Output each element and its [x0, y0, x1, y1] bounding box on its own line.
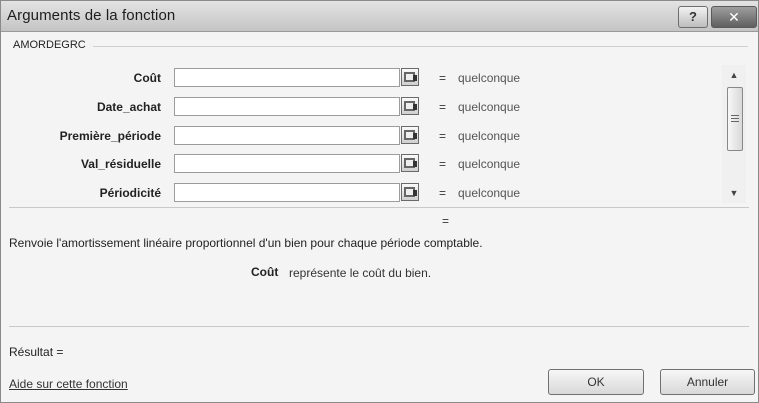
arg-label-val-residuelle: Val_résiduelle [80, 157, 161, 171]
scroll-up-icon[interactable]: ▲ [722, 67, 746, 83]
formula-result-equals: = [442, 214, 450, 228]
function-description: Renvoie l'amortissement linéaire proport… [9, 236, 483, 250]
scroll-thumb[interactable] [727, 87, 743, 151]
arg-result-periodicite: quelconque [458, 186, 521, 200]
arg-equals: = [439, 71, 447, 85]
arg-equals: = [439, 186, 447, 200]
help-button[interactable]: ? [678, 6, 708, 28]
section-divider [9, 326, 749, 327]
arg-equals: = [439, 100, 447, 114]
argument-help-name: Coût [251, 265, 279, 279]
collapse-dialog-icon[interactable] [401, 68, 419, 86]
arg-label-premiere-periode: Première_période [59, 129, 161, 143]
argument-help-text: représente le coût du bien. [289, 266, 432, 280]
section-divider [9, 207, 749, 208]
collapse-dialog-icon[interactable] [401, 97, 419, 115]
result-label: Résultat = [9, 345, 64, 359]
arg-input-periodicite[interactable] [174, 183, 400, 202]
collapse-dialog-icon[interactable] [401, 154, 419, 172]
cancel-button[interactable]: Annuler [660, 369, 755, 395]
arg-input-premiere-periode[interactable] [174, 126, 400, 145]
arguments-scrollbar[interactable]: ▲ ▼ [722, 65, 746, 203]
help-on-function-link[interactable]: Aide sur cette fonction [9, 377, 128, 391]
collapse-dialog-icon[interactable] [401, 183, 419, 201]
arg-label-date-achat: Date_achat [96, 100, 161, 114]
arg-result-val-residuelle: quelconque [458, 157, 521, 171]
arg-result-date-achat: quelconque [458, 100, 521, 114]
arg-result-cout: quelconque [458, 71, 521, 85]
arg-input-val-residuelle[interactable] [174, 154, 400, 173]
arg-label-periodicite: Périodicité [99, 186, 161, 200]
arg-equals: = [439, 157, 447, 171]
function-name: AMORDEGRC [13, 39, 86, 51]
close-button[interactable]: ✕ [711, 6, 757, 28]
arg-equals: = [439, 129, 447, 143]
arg-label-cout: Coût [133, 71, 161, 85]
arg-result-premiere-periode: quelconque [458, 129, 521, 143]
function-arguments-dialog: Arguments de la fonction ? ✕ AMORDEGRC C… [0, 0, 759, 403]
title-bar: Arguments de la fonction ? ✕ [1, 1, 758, 32]
arg-input-cout[interactable] [174, 68, 400, 87]
dialog-title: Arguments de la fonction [7, 7, 176, 24]
group-divider [93, 46, 748, 47]
scroll-down-icon[interactable]: ▼ [722, 185, 746, 201]
collapse-dialog-icon[interactable] [401, 126, 419, 144]
ok-button[interactable]: OK [548, 369, 644, 395]
arg-input-date-achat[interactable] [174, 97, 400, 116]
